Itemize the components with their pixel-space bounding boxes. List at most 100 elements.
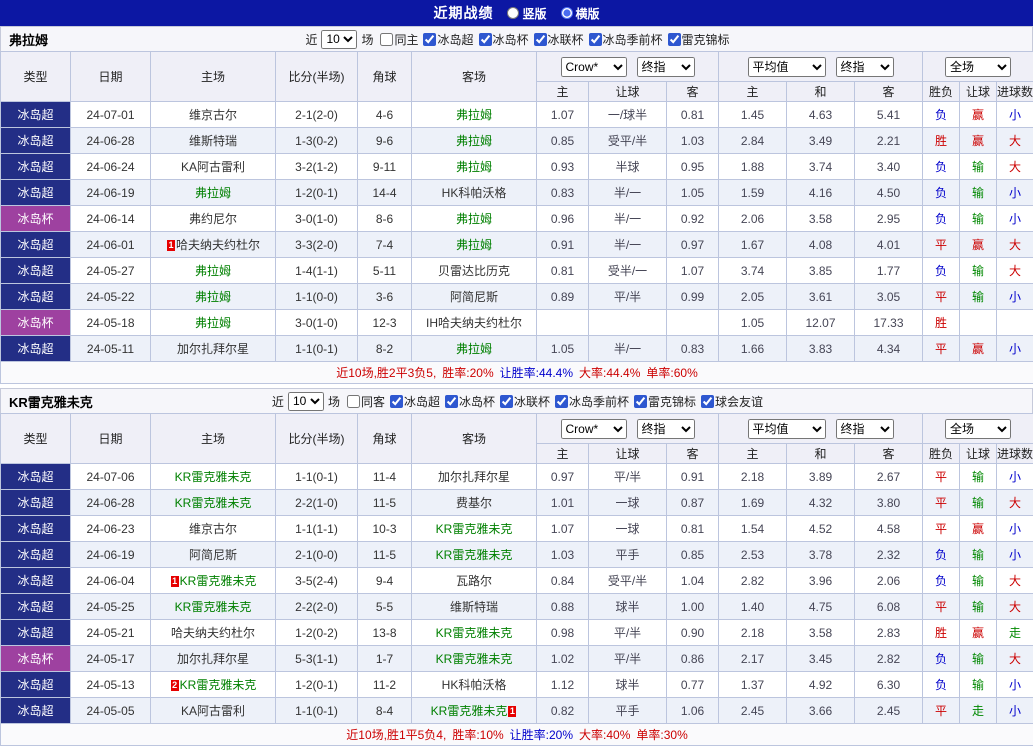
team-link: 加尔扎拜尔星 (437, 470, 510, 484)
competition-filter[interactable]: 雷克锦标 (634, 393, 696, 410)
competition-filter[interactable]: 冰岛季前杯 (555, 393, 629, 410)
same-venue-filter[interactable]: 同客 (346, 393, 385, 410)
competition-label: 雷克锦标 (681, 32, 730, 47)
odds-company-select[interactable]: Crow* (560, 56, 627, 77)
score-cell: 3-3(2-0) (275, 231, 358, 258)
match-row: 冰岛超 24-06-24 KA阿古雷利 3-2(1-2) 9-11 弗拉姆 0.93 半球 0.… (0, 153, 1033, 180)
euro-home-odds: 2.17 (718, 645, 787, 672)
euro-home-odds: 1.88 (718, 153, 787, 180)
column-header: 主场 (150, 413, 276, 464)
sub-column-header: 主 (718, 443, 787, 464)
score-cell: 2-2(1-0) (275, 489, 358, 516)
competition-filter[interactable]: 冰岛杯 (444, 393, 495, 410)
team-link: 哈夫纳夫约杜尔 (170, 626, 255, 640)
asian-home-odds: 0.88 (536, 593, 589, 620)
match-count-select[interactable]: 10 (287, 391, 324, 411)
layout-option-vertical[interactable]: 竖版 (507, 5, 547, 22)
vertical-layout-radio[interactable] (507, 7, 520, 19)
odds-company-select[interactable]: Crow* (560, 418, 627, 439)
score-cell: 2-1(0-0) (275, 541, 358, 568)
competition-filter[interactable]: 冰岛超 (423, 31, 474, 48)
competition-filter[interactable]: 冰岛杯 (478, 31, 529, 48)
euro-draw-odds: 12.07 (786, 309, 855, 336)
score-cell: 1-1(0-1) (275, 697, 358, 724)
summary-row: 近10场,胜1平5负4, 胜率:10% 让胜率:20% 大率:40% 单率:30% (0, 723, 1033, 746)
competition-checkbox[interactable] (423, 32, 437, 46)
team-link: 维斯特瑞 (188, 134, 237, 148)
competition-checkbox[interactable] (667, 32, 681, 46)
same-venue-checkbox[interactable] (346, 394, 360, 408)
competition-checkbox[interactable] (701, 394, 715, 408)
summary-segment: 近10场,胜2平3负5, (336, 366, 437, 380)
competition-checkbox[interactable] (533, 32, 547, 46)
date-cell: 24-05-05 (70, 697, 151, 724)
result-handicap: 输 (959, 179, 997, 206)
corners-cell: 4-6 (357, 101, 412, 128)
asian-home-odds: 1.02 (536, 645, 589, 672)
column-header: 客场 (411, 413, 537, 464)
competition-filter[interactable]: 冰联杯 (533, 31, 584, 48)
competition-checkbox[interactable] (478, 32, 492, 46)
asian-away-odds: 1.07 (666, 257, 719, 284)
summary-segment: 胜率:20% (442, 366, 494, 380)
competition-cell: 冰岛超 (0, 179, 71, 206)
near-label: 近 (271, 394, 284, 409)
asian-home-odds: 0.82 (536, 697, 589, 724)
red-card-badge: 1 (166, 240, 175, 251)
euro-odds-type-select[interactable]: 平均值 (747, 56, 826, 77)
euro-away-odds: 2.45 (854, 697, 923, 724)
euro-home-odds: 1.40 (718, 593, 787, 620)
asian-handicap: 平手 (588, 697, 667, 724)
euro-draw-odds: 4.08 (786, 231, 855, 258)
competition-checkbox[interactable] (634, 394, 648, 408)
corners-cell: 8-2 (357, 335, 412, 362)
horizontal-layout-radio[interactable] (560, 7, 573, 19)
competition-checkbox[interactable] (500, 394, 513, 408)
competition-checkbox[interactable] (555, 394, 569, 408)
scope-select[interactable]: 全场 (945, 56, 1011, 77)
home-team-cell: KA阿古雷利 (150, 153, 276, 180)
euro-odds-type-select[interactable]: 平均值 (747, 418, 826, 439)
euro-odds-time-select[interactable]: 终指 (835, 418, 894, 439)
asian-handicap: 半球 (588, 153, 667, 180)
result-handicap: 输 (959, 567, 997, 594)
result-handicap: 输 (959, 205, 997, 232)
euro-away-odds: 6.08 (854, 593, 923, 620)
summary-segment: 让胜率:20% (509, 728, 574, 742)
asian-odds-time-select[interactable]: 终指 (636, 56, 695, 77)
team-link: HK科帕沃格 (441, 678, 507, 692)
euro-odds-time-select[interactable]: 终指 (835, 56, 894, 77)
competition-filter[interactable]: 球会友谊 (701, 393, 763, 410)
scope-select[interactable]: 全场 (945, 418, 1011, 439)
asian-away-odds: 0.90 (666, 619, 719, 646)
same-venue-filter[interactable]: 同主 (380, 31, 418, 48)
asian-away-odds: 0.77 (666, 671, 719, 698)
asian-handicap: 受平/半 (588, 567, 667, 594)
result-outcome: 负 (922, 567, 960, 594)
competition-filter[interactable]: 雷克锦标 (667, 31, 730, 48)
competition-filter[interactable]: 冰联杯 (500, 393, 550, 410)
competition-checkbox[interactable] (389, 394, 403, 408)
competition-filter[interactable]: 冰岛季前杯 (588, 31, 663, 48)
match-row: 冰岛杯 24-05-17 加尔扎拜尔星 5-3(1-1) 1-7 KR雷克雅未克 1.02 平… (0, 645, 1033, 672)
match-count-select[interactable]: 10 (321, 29, 358, 49)
column-header: 日期 (70, 413, 151, 464)
filter-controls: 近 10 场 同主 冰岛超 冰岛杯 冰联杯 冰岛季前杯 雷克锦标 (303, 29, 730, 49)
date-cell: 24-06-28 (70, 489, 151, 516)
competition-checkbox[interactable] (588, 32, 602, 46)
euro-away-odds: 2.95 (854, 205, 923, 232)
column-header: 类型 (0, 413, 71, 464)
asian-away-odds: 0.92 (666, 205, 719, 232)
asian-odds-time-select[interactable]: 终指 (636, 418, 695, 439)
competition-checkbox[interactable] (444, 394, 458, 408)
euro-home-odds: 1.69 (718, 489, 787, 516)
euro-draw-odds: 3.83 (786, 335, 855, 362)
competition-cell: 冰岛超 (0, 257, 71, 284)
same-venue-checkbox[interactable] (380, 32, 394, 46)
layout-option-horizontal[interactable]: 横版 (560, 5, 600, 22)
euro-draw-odds: 4.75 (786, 593, 855, 620)
competition-filter[interactable]: 冰岛超 (389, 393, 440, 410)
result-outcome: 负 (922, 645, 960, 672)
away-team-cell: 贝雷达比历克 (411, 257, 537, 284)
result-goals: 大 (995, 127, 1033, 154)
